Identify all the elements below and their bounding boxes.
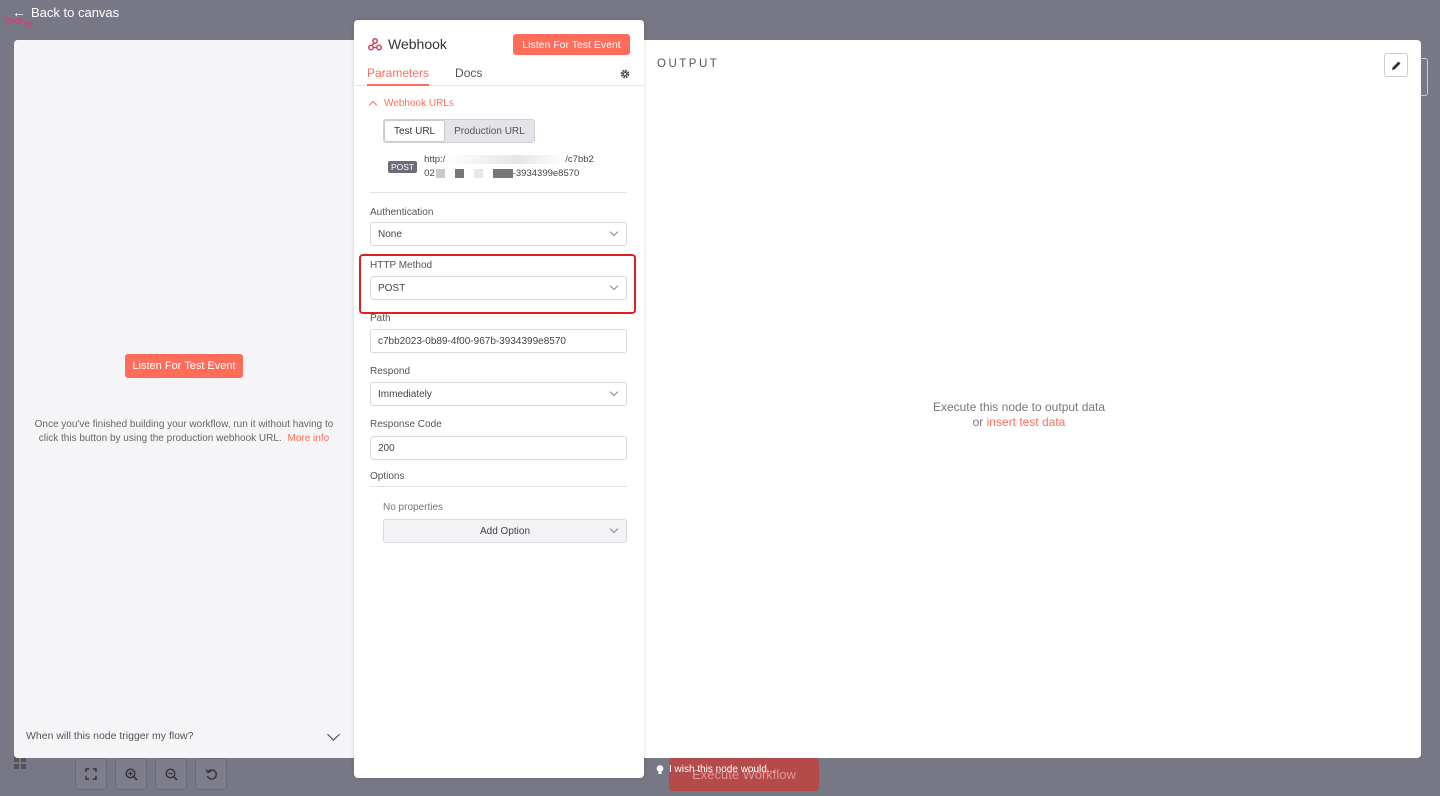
- test-url-option[interactable]: Test URL: [384, 120, 446, 142]
- zoom-controls: [75, 758, 227, 790]
- undo-icon: [204, 768, 217, 780]
- chevron-down-icon: [609, 281, 619, 291]
- path-input[interactable]: c7bb2023-0b89-4f00-967b-3934399e8570: [370, 329, 627, 353]
- zoom-in-icon: [124, 767, 138, 781]
- input-panel: Listen For Test Event Once you've finish…: [14, 40, 354, 758]
- output-empty-line: Execute this node to output data: [932, 400, 1106, 414]
- zoom-out-button[interactable]: [155, 758, 187, 790]
- webhook-url[interactable]: POST http:/ /c7bb2 02 -3934399e8570: [388, 153, 614, 181]
- webhook-url-text: http:/ /c7bb2 02 -3934399e8570: [424, 153, 614, 181]
- redacted-block: [435, 168, 445, 178]
- tab-docs[interactable]: Docs: [455, 66, 482, 86]
- add-option-select[interactable]: Add Option: [383, 519, 627, 543]
- back-to-canvas-label: Back to canvas: [31, 4, 120, 20]
- http-method-label: HTTP Method: [370, 260, 433, 271]
- output-panel: OUTPUT Execute this node to output data …: [643, 40, 1421, 758]
- production-url-option[interactable]: Production URL: [445, 120, 534, 142]
- grid-icon[interactable]: [14, 757, 26, 769]
- response-code-label: Response Code: [370, 419, 442, 430]
- redacted-block: [463, 168, 474, 178]
- node-settings-panel: Webhook Listen For Test Event Parameters…: [354, 20, 644, 778]
- node-settings-header: Webhook Listen For Test Event Parameters…: [354, 20, 644, 86]
- lightbulb-icon: [656, 764, 664, 774]
- production-url-help-text: Once you've finished building your workf…: [26, 418, 342, 446]
- gear-icon[interactable]: [619, 68, 631, 80]
- no-properties-text: No properties: [383, 502, 444, 513]
- zoom-to-fit-button[interactable]: [75, 758, 107, 790]
- authentication-select[interactable]: None: [370, 222, 627, 246]
- webhook-urls-label: Webhook URLs: [384, 98, 454, 109]
- more-info-link[interactable]: More info: [288, 433, 330, 444]
- pencil-icon: [1391, 61, 1400, 70]
- http-method-value: POST: [378, 282, 406, 294]
- output-empty-state: Execute this node to output data or inse…: [869, 400, 1169, 430]
- url-part: 02: [424, 168, 435, 179]
- divider: [370, 192, 627, 193]
- url-part: http:/: [424, 154, 446, 165]
- url-type-toggle: Test URL Production URL: [383, 119, 535, 143]
- respond-value: Immediately: [378, 388, 432, 400]
- webhook-icon: [368, 38, 382, 51]
- node-details-view: Listen For Test Event Once you've finish…: [14, 40, 1421, 758]
- node-title: Webhook: [368, 36, 447, 52]
- chevron-down-icon: [609, 524, 619, 534]
- reset-zoom-button[interactable]: [195, 758, 227, 790]
- edit-output-button[interactable]: [1384, 53, 1408, 77]
- workflow-node-icon: [4, 17, 33, 28]
- chevron-up-icon: [368, 100, 378, 110]
- tab-parameters[interactable]: Parameters: [367, 66, 430, 86]
- chevron-down-icon: [609, 387, 619, 397]
- chevron-down-icon: [609, 227, 619, 237]
- redacted-block: [492, 168, 513, 178]
- url-part: /c7bb2: [565, 154, 594, 165]
- redacted-block: [445, 168, 455, 178]
- url-part: -3934399e8570: [512, 168, 580, 179]
- zoom-in-button[interactable]: [115, 758, 147, 790]
- redacted-block: [454, 168, 464, 178]
- respond-label: Respond: [370, 366, 411, 377]
- listen-for-test-event-button[interactable]: Listen For Test Event: [125, 354, 243, 378]
- authentication-label: Authentication: [370, 207, 434, 218]
- authentication-value: None: [378, 228, 402, 240]
- listen-for-test-event-header-button[interactable]: Listen For Test Event: [513, 34, 630, 55]
- node-parameters: Webhook URLs Test URL Production URL POS…: [359, 98, 636, 543]
- node-title-label: Webhook: [388, 36, 447, 52]
- fullscreen-icon: [85, 768, 97, 780]
- path-label: Path: [370, 313, 391, 324]
- add-option-label: Add Option: [479, 525, 531, 537]
- options-label: Options: [370, 471, 405, 482]
- http-method-select[interactable]: POST: [370, 276, 627, 300]
- chevron-down-icon: [327, 727, 340, 741]
- method-badge: POST: [388, 161, 418, 173]
- output-empty-or: or: [972, 415, 984, 429]
- path-value: c7bb2023-0b89-4f00-967b-3934399e8570: [378, 335, 566, 347]
- response-code-input[interactable]: 200: [370, 436, 627, 460]
- trigger-question-label: When will this node trigger my flow?: [26, 730, 194, 742]
- node-tabs: Parameters Docs: [367, 66, 482, 86]
- canvas-panel-edge: [1420, 58, 1428, 96]
- feedback-label: I wish this node would...: [669, 764, 776, 775]
- insert-test-data-link[interactable]: insert test data: [987, 415, 1066, 429]
- respond-select[interactable]: Immediately: [370, 382, 627, 406]
- redacted-block: [482, 168, 493, 178]
- feedback-link[interactable]: I wish this node would...: [656, 764, 775, 775]
- webhook-urls-toggle[interactable]: Webhook URLs: [368, 98, 627, 110]
- zoom-out-icon: [164, 767, 178, 781]
- divider: [370, 486, 627, 487]
- response-code-value: 200: [378, 442, 395, 454]
- output-title: OUTPUT: [657, 58, 720, 70]
- trigger-question-toggle[interactable]: When will this node trigger my flow?: [26, 727, 342, 742]
- redacted-block: [445, 154, 566, 164]
- redacted-block: [473, 168, 483, 178]
